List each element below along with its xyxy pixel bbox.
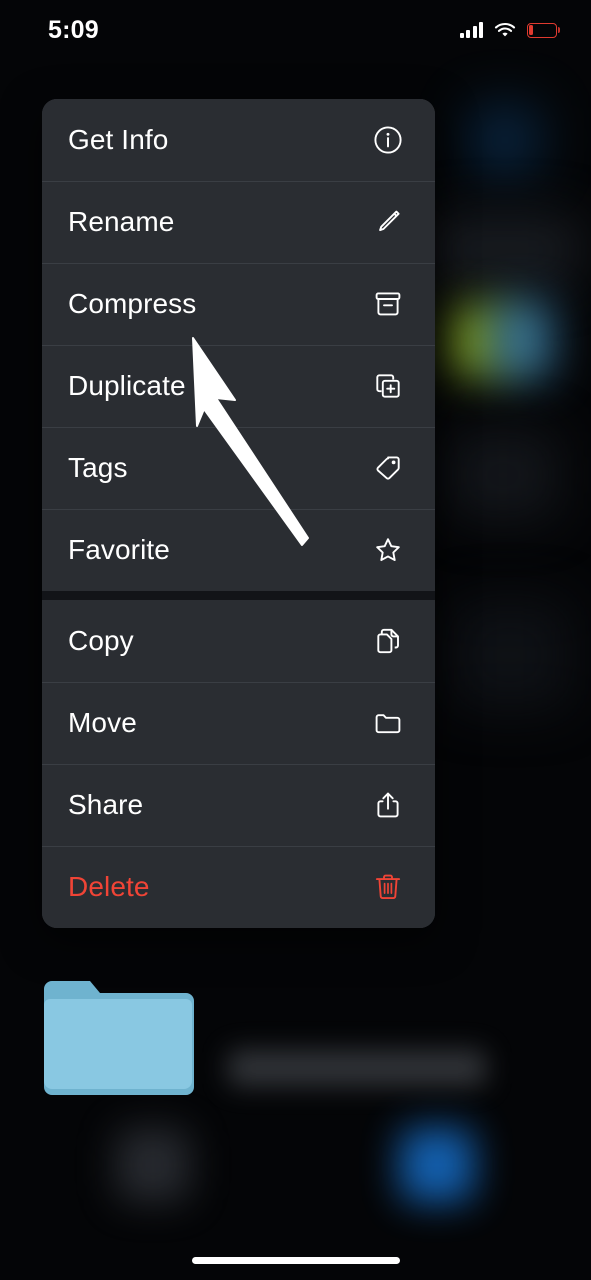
menu-item-label: Favorite <box>68 534 170 565</box>
background-blur-grey-top <box>430 215 580 285</box>
info-circle-icon <box>371 123 405 157</box>
home-indicator[interactable] <box>191 1257 400 1264</box>
wifi-icon <box>494 22 516 38</box>
file-list-item[interactable] <box>42 975 542 1095</box>
signal-bars-icon <box>459 22 483 38</box>
star-icon <box>371 533 405 567</box>
iphone-screen: 5:09 Get Info Rename Compress Duplicate … <box>0 0 591 1280</box>
share-export-icon <box>371 788 405 822</box>
menu-item-label: Tags <box>68 452 128 483</box>
menu-item-rename[interactable]: Rename <box>42 181 435 263</box>
menu-item-label: Rename <box>68 206 175 237</box>
battery-low-icon <box>527 22 561 38</box>
context-menu[interactable]: Get Info Rename Compress Duplicate Tags … <box>42 99 435 928</box>
menu-item-label: Copy <box>68 625 134 656</box>
background-blur-blue-top <box>470 105 540 175</box>
status-bar-time: 5:09 <box>48 15 99 44</box>
menu-item-compress[interactable]: Compress <box>42 263 435 345</box>
menu-item-label: Delete <box>68 871 150 902</box>
context-menu-group-2: Copy Move Share Delete <box>42 600 435 928</box>
background-blur-grey-low <box>450 600 570 710</box>
menu-item-duplicate[interactable]: Duplicate <box>42 345 435 427</box>
menu-item-label: Compress <box>68 288 197 319</box>
context-menu-group-separator <box>42 591 435 600</box>
tag-icon <box>371 451 405 485</box>
folder-icon <box>371 706 405 740</box>
background-blur-icon-grey <box>116 1128 190 1202</box>
status-bar: 5:09 <box>0 0 591 60</box>
context-menu-group-1: Get Info Rename Compress Duplicate Tags … <box>42 99 435 591</box>
menu-item-label: Duplicate <box>68 370 186 401</box>
status-bar-indicators <box>459 22 561 38</box>
background-blur-cyan <box>492 300 552 380</box>
copy-documents-icon <box>371 624 405 658</box>
menu-item-get-info[interactable]: Get Info <box>42 99 435 181</box>
duplicate-icon <box>371 369 405 403</box>
menu-item-tags[interactable]: Tags <box>42 427 435 509</box>
background-blur-icon-blue <box>400 1128 474 1202</box>
menu-item-share[interactable]: Share <box>42 764 435 846</box>
menu-item-delete[interactable]: Delete <box>42 846 435 928</box>
menu-item-label: Share <box>68 789 144 820</box>
menu-item-copy[interactable]: Copy <box>42 600 435 682</box>
background-blur-grey-mid <box>448 430 558 520</box>
menu-item-label: Move <box>68 707 137 738</box>
menu-item-label: Get Info <box>68 124 169 155</box>
folder-icon <box>42 975 194 1095</box>
menu-item-favorite[interactable]: Favorite <box>42 509 435 591</box>
pencil-icon <box>371 205 405 239</box>
archive-box-icon <box>371 287 405 321</box>
menu-item-move[interactable]: Move <box>42 682 435 764</box>
trash-icon <box>371 870 405 904</box>
